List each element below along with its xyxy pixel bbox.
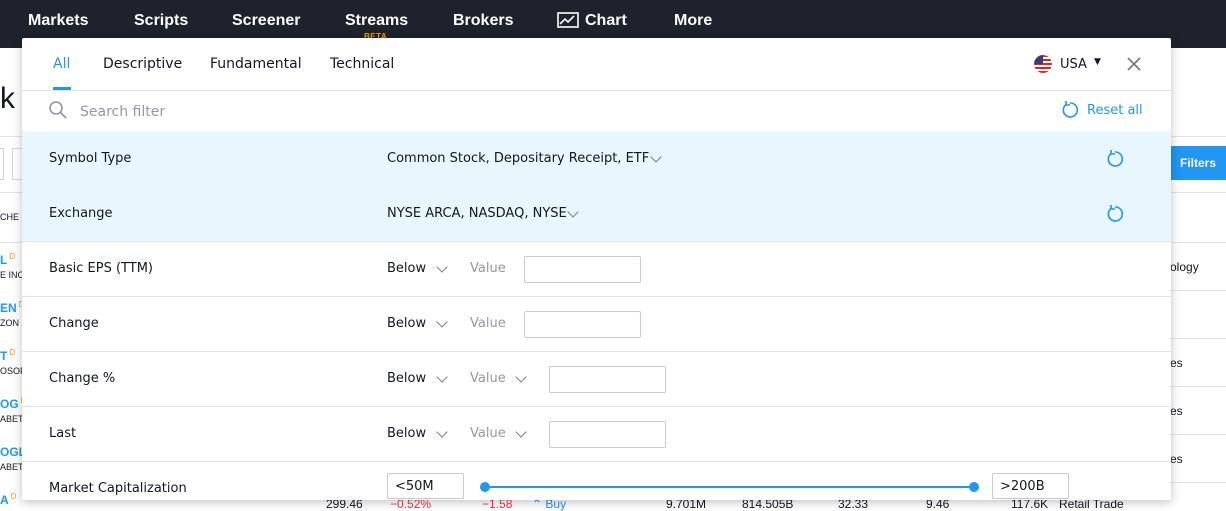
active-tab-indicator (53, 87, 71, 90)
chevron-down-icon[interactable] (650, 151, 662, 163)
market-cap-slider-track[interactable] (485, 486, 974, 488)
chevron-down-icon[interactable] (436, 371, 448, 383)
country-label: USA (1060, 57, 1087, 72)
market-cap-min-input[interactable]: <50M (387, 473, 464, 499)
background-divider (1170, 482, 1226, 483)
filter-label: Symbol Type (49, 151, 132, 166)
nav-scripts[interactable]: Scripts (134, 12, 188, 30)
value-type-label: Value (470, 316, 506, 331)
background-sector: es (1170, 404, 1183, 418)
background-symbol[interactable]: AD (0, 492, 16, 507)
reset-icon[interactable] (1105, 149, 1125, 169)
filter-row-symbol-type: Symbol Type Common Stock, Depositary Rec… (22, 131, 1171, 187)
background-symbol[interactable]: LD (0, 252, 15, 267)
operator-select[interactable]: Below (387, 426, 426, 441)
value-input[interactable] (549, 421, 666, 448)
value-type-select[interactable]: Value (470, 371, 506, 386)
value-input[interactable] (549, 366, 666, 393)
chevron-down-icon[interactable] (515, 371, 527, 383)
caret-down-icon: ▼ (1094, 57, 1101, 67)
slider-handle-min[interactable] (480, 482, 490, 492)
filter-tabs: All Descriptive Fundamental Technical US… (22, 38, 1171, 91)
filter-label: Change % (49, 371, 116, 386)
filter-label: Market Capitalization (49, 481, 187, 496)
exchange-select[interactable]: NYSE ARCA, NASDAQ, NYSE (387, 206, 567, 221)
operator-select[interactable]: Below (387, 371, 426, 386)
background-divider (1170, 290, 1226, 291)
background-symbol[interactable]: END (0, 300, 24, 315)
background-sector: es (1170, 356, 1183, 370)
background-input-box (0, 148, 4, 180)
value-type-select[interactable]: Value (470, 426, 506, 441)
market-cap-max-input[interactable]: >200B (992, 473, 1069, 499)
reset-all-label: Reset all (1087, 103, 1143, 118)
nav-brokers[interactable]: Brokers (453, 12, 513, 30)
filter-label: Exchange (49, 206, 113, 221)
nav-more[interactable]: More (674, 12, 712, 30)
tab-descriptive[interactable]: Descriptive (103, 56, 182, 72)
reset-icon[interactable] (1105, 204, 1125, 224)
filter-row-last: Last Below Value (22, 406, 1171, 462)
nav-screener[interactable]: Screener (232, 12, 301, 30)
reset-icon (1062, 101, 1079, 118)
chevron-down-icon[interactable] (436, 261, 448, 273)
nav-streams[interactable]: Streams (345, 12, 408, 30)
search-filter-row: Reset all (22, 91, 1171, 131)
background-symbol[interactable]: TD (0, 348, 15, 363)
chevron-down-icon[interactable] (515, 426, 527, 438)
background-symbol-desc: ABET (0, 414, 24, 424)
filters-dialog: All Descriptive Fundamental Technical US… (22, 38, 1171, 500)
us-flag-icon (1034, 55, 1052, 73)
background-sector: es (1170, 452, 1183, 466)
chevron-down-icon[interactable] (436, 426, 448, 438)
background-symbol-desc: ABET (0, 462, 24, 472)
symbol-type-select[interactable]: Common Stock, Depositary Receipt, ETF (387, 151, 649, 166)
tab-technical[interactable]: Technical (330, 56, 394, 72)
value-type-label: Value (470, 261, 506, 276)
chart-icon[interactable] (557, 12, 579, 30)
nav-chart[interactable]: Chart (585, 12, 627, 30)
background-divider (1170, 386, 1226, 387)
background-symbol-desc: E INC (0, 270, 25, 280)
background-column-header: CHE (0, 212, 20, 222)
close-icon[interactable] (1126, 56, 1142, 72)
chevron-down-icon[interactable] (567, 206, 579, 218)
background-filters-button[interactable]: Filters (1170, 146, 1226, 180)
filter-row-market-cap: Market Capitalization <50M >200B (22, 461, 1171, 500)
chevron-down-icon[interactable] (436, 316, 448, 328)
search-icon (49, 101, 67, 119)
filter-row-basic-eps: Basic EPS (TTM) Below Value (22, 241, 1171, 297)
filter-label: Last (49, 426, 77, 441)
nav-markets[interactable]: Markets (28, 12, 88, 30)
search-filter-input[interactable] (78, 100, 582, 124)
filter-row-change: Change Below Value (22, 296, 1171, 352)
value-input[interactable] (524, 311, 641, 338)
slider-handle-max[interactable] (969, 482, 979, 492)
filter-label: Basic EPS (TTM) (49, 261, 153, 276)
operator-select[interactable]: Below (387, 316, 426, 331)
operator-select[interactable]: Below (387, 261, 426, 276)
filter-row-change-percent: Change % Below Value (22, 351, 1171, 407)
value-input[interactable] (524, 256, 641, 283)
background-page-title: k (0, 82, 15, 115)
background-divider (1170, 434, 1226, 435)
background-sector: ology (1170, 260, 1199, 274)
filter-row-exchange: Exchange NYSE ARCA, NASDAQ, NYSE (22, 186, 1171, 242)
background-divider (1170, 338, 1226, 339)
filter-label: Change (49, 316, 99, 331)
tab-all[interactable]: All (53, 56, 70, 72)
tab-fundamental[interactable]: Fundamental (210, 56, 302, 72)
